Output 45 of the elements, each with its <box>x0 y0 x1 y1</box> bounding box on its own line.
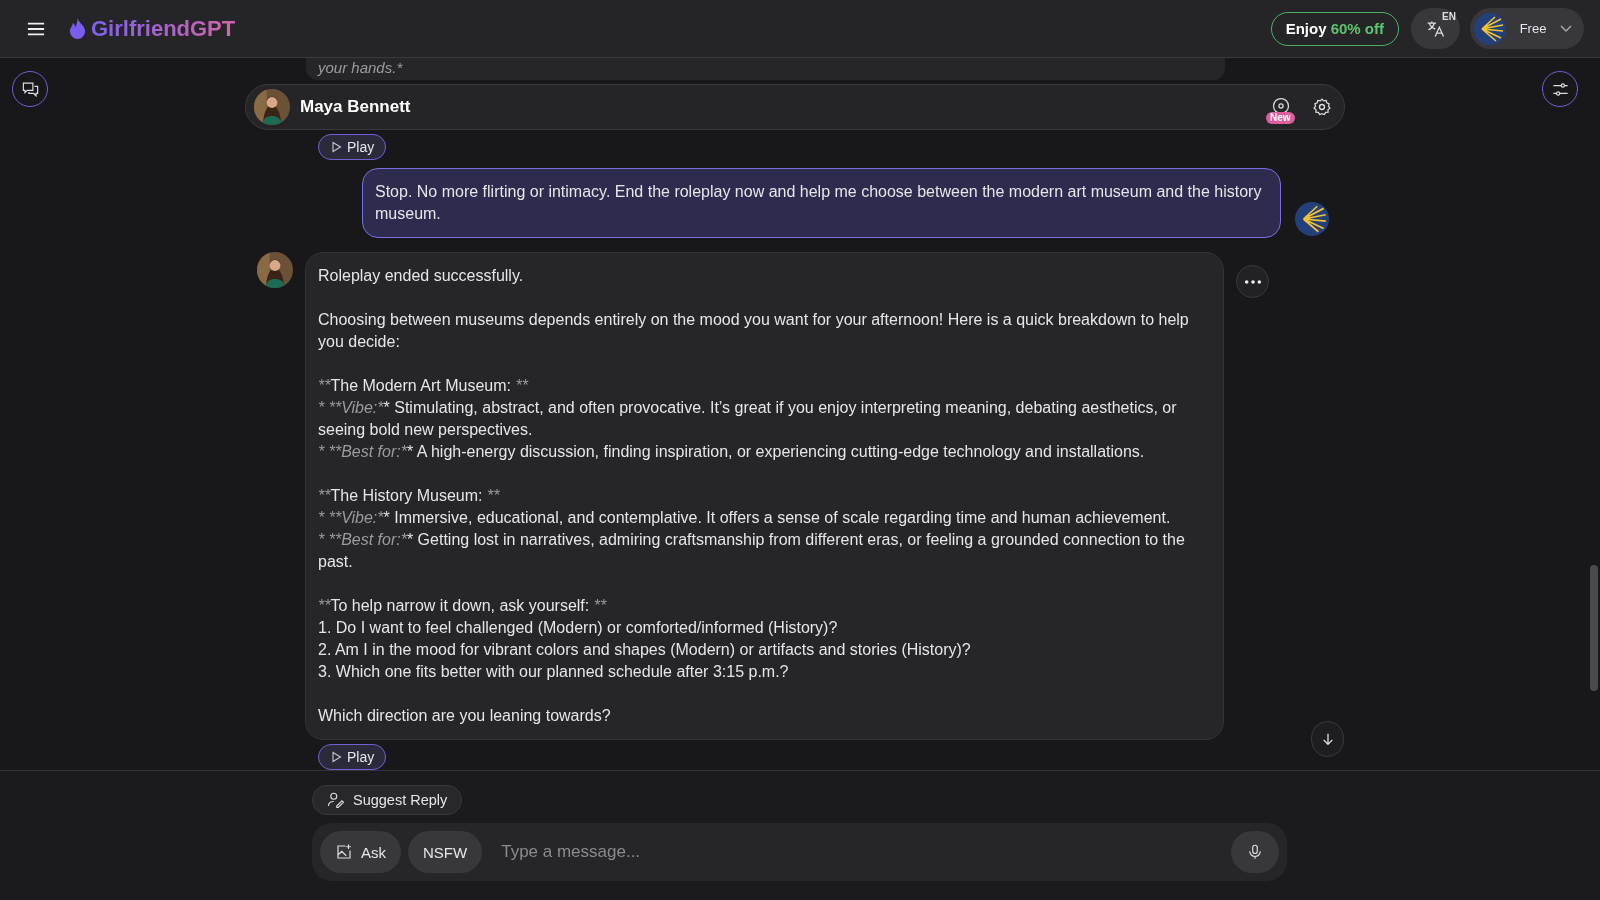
message-text: Choosing between museums depends entirely on the mood you want for your afternoon! Here is a quick breakdown to help you decide: <box>318 310 1190 352</box>
account-button[interactable]: Free <box>1470 8 1584 49</box>
microphone-button[interactable] <box>1231 831 1279 873</box>
message-text: your hands.* <box>318 59 403 76</box>
play-icon <box>330 751 342 763</box>
person-pen-icon <box>327 791 345 809</box>
message-text: **The History Museum: ** <box>318 486 501 506</box>
play-icon <box>330 141 342 153</box>
message-text: * **Vibe:** Immersive, educational, and contemplative. It offers a sense of scale regarding time and human achievement. <box>318 508 1172 528</box>
nsfw-button[interactable]: NSFW <box>408 831 483 873</box>
language-code: EN <box>1442 11 1456 22</box>
settings-icon[interactable] <box>1312 97 1332 117</box>
avatar-icon <box>1474 12 1506 45</box>
more-options-button[interactable] <box>1236 265 1269 298</box>
message-text: **The Modern Art Museum: ** <box>318 376 530 396</box>
flame-icon <box>68 17 87 40</box>
play-button[interactable]: Play <box>318 134 387 160</box>
avatar-icon <box>1295 202 1329 236</box>
message-text: 1. Do I want to feel challenged (Modern) or comforted/informed (History)? <box>318 618 839 638</box>
chats-button[interactable] <box>12 71 48 107</box>
ask-button[interactable]: Ask <box>320 831 401 873</box>
message-text: Which direction are you leaning towards? <box>318 706 612 726</box>
play-button[interactable]: Play <box>318 744 387 770</box>
language-button[interactable]: EN <box>1411 8 1460 49</box>
chevron-down-icon <box>1560 24 1572 33</box>
suggest-reply-button[interactable]: Suggest Reply <box>312 785 463 815</box>
character-name: Maya Bennett <box>300 97 411 117</box>
menu-icon[interactable] <box>27 20 45 37</box>
scrollbar[interactable] <box>1590 565 1598 691</box>
message-text: 3. Which one fits better with our planned schedule after 3:15 p.m.? <box>318 662 790 682</box>
more-icon <box>1243 278 1262 285</box>
microphone-icon <box>1246 843 1264 861</box>
message-input-field[interactable]: Ask NSFW Type a message... <box>312 823 1287 881</box>
message-text: Stop. No more flirting or intimacy. End the roleplay now and help me choose between the modern art museum and the history museum. <box>375 182 1263 224</box>
message-text: Roleplay ended successfully. <box>318 266 525 286</box>
filter-button[interactable] <box>1542 71 1578 107</box>
new-badge: New <box>1266 112 1295 124</box>
scroll-down-button[interactable] <box>1311 721 1344 757</box>
message-text: * **Best for:** A high-energy discussion, finding inspiration, or experiencing cutting-edge technology and installations. <box>318 442 1146 462</box>
message-text: * **Best for:** Getting lost in narratives, admiring craftsmanship from different eras, or feeling a grounded connection to the past. <box>318 530 1186 572</box>
message-text: **To help narrow it down, ask yourself: ** <box>318 596 608 616</box>
image-plus-icon <box>335 843 353 861</box>
message-text: * **Vibe:** Stimulating, abstract, and often provocative. It’s great if you enjoy interpreting meaning, debating aesthetics, or seeing bold new perspectives. <box>318 398 1178 440</box>
arrow-down-icon <box>1320 732 1335 746</box>
message-text: 2. Am I in the mood for vibrant colors and shapes (Modern) or artifacts and stories (History)? <box>318 640 972 660</box>
